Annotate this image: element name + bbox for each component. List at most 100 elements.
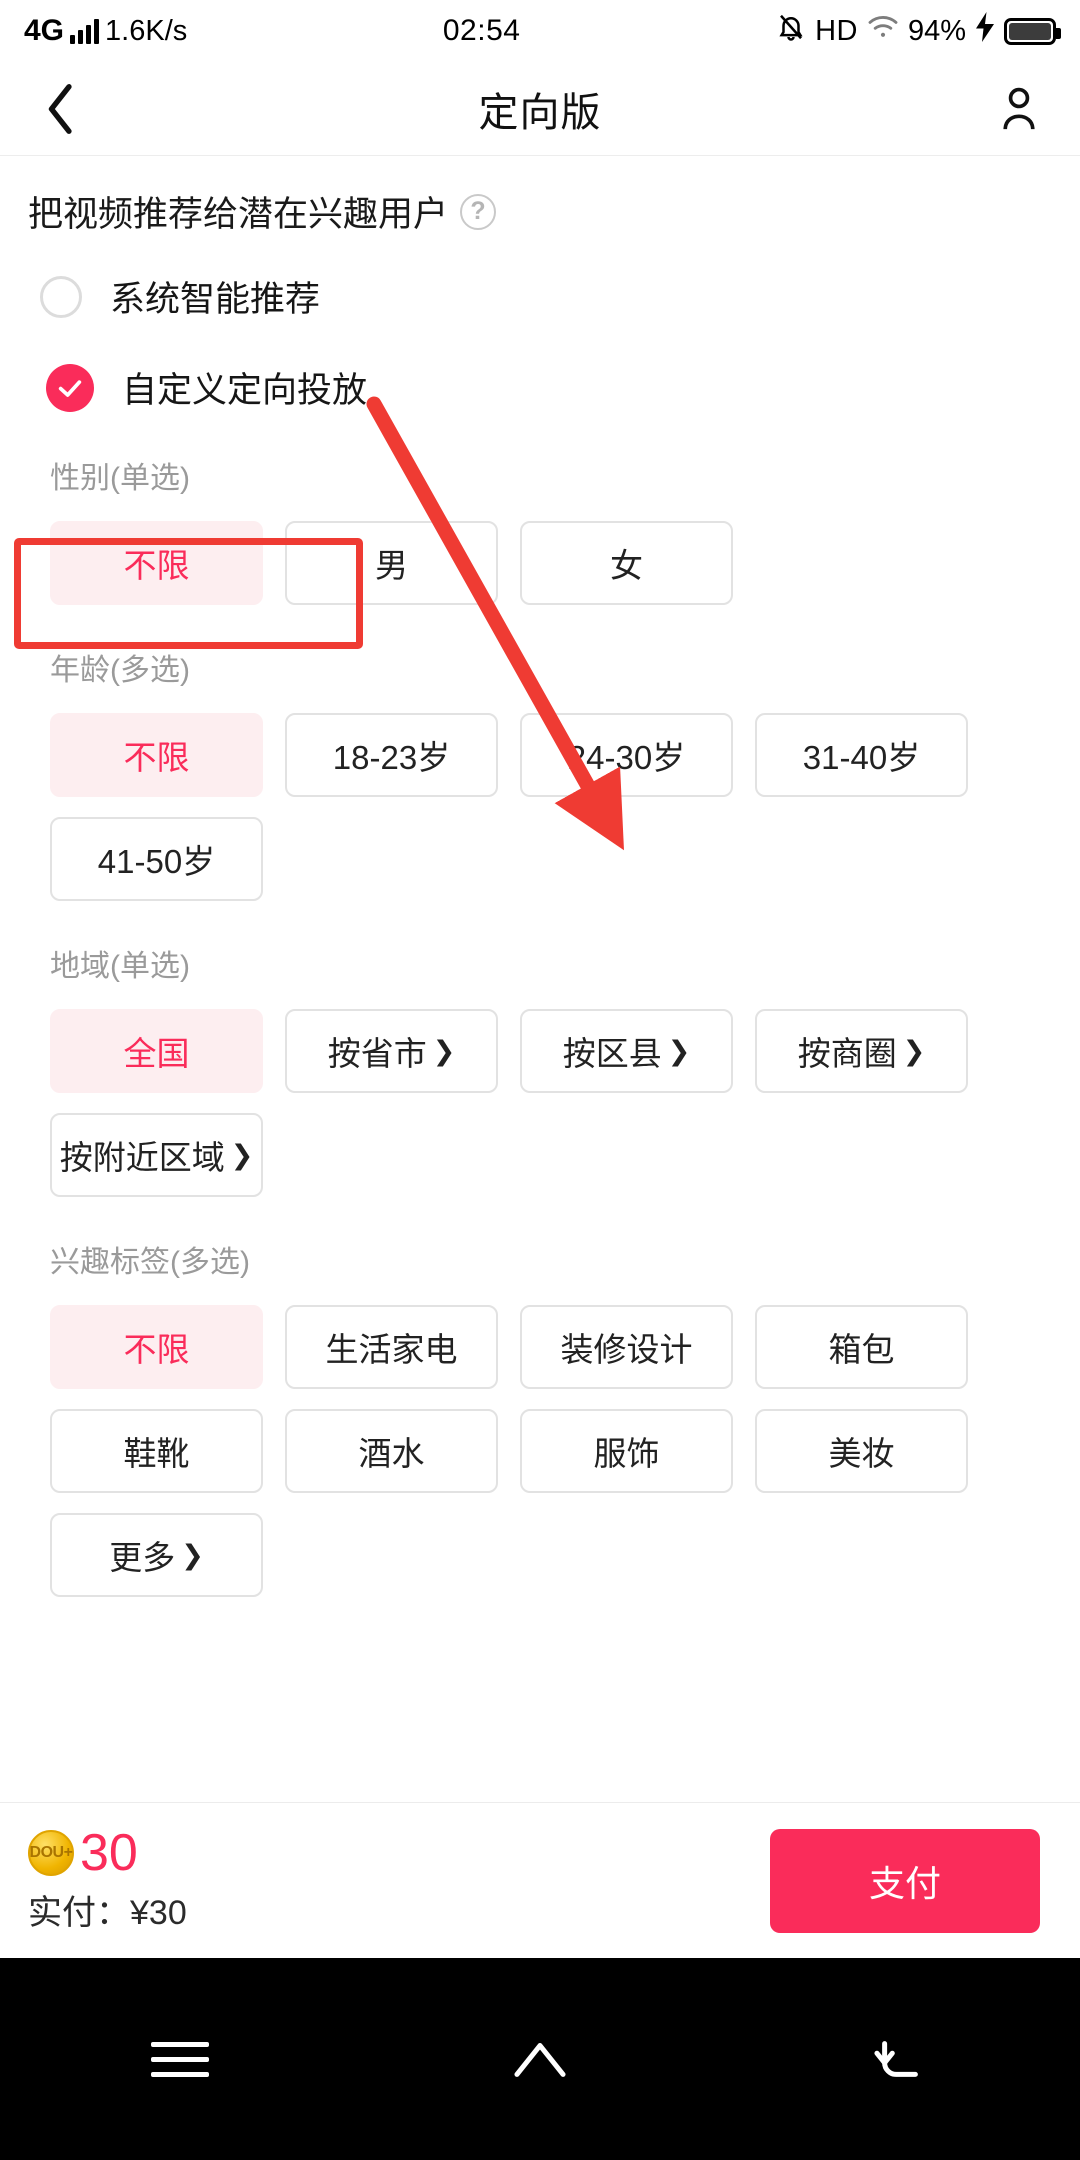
chevron-right-icon: ❯: [432, 1035, 456, 1066]
clock-label: 02:54: [442, 14, 521, 47]
mute-bell-icon: [776, 11, 806, 51]
network-speed-label: 1.6K/s: [105, 14, 188, 47]
back-arrow-icon[interactable]: [840, 2014, 960, 2104]
section-interest-tags: 兴趣标签(多选) 不限 生活家电 装修设计 箱包 鞋靴 酒水 服饰 美妆 更多 ❯: [0, 1197, 1080, 1597]
section-gender: 性别(单选) 不限 男 女: [0, 413, 1080, 605]
chip-interest-5[interactable]: 酒水: [285, 1409, 498, 1493]
chip-label: 不限: [123, 547, 190, 584]
chip-label: 不限: [123, 739, 190, 776]
hd-label: HD: [815, 14, 858, 47]
chip-label: 生活家电: [325, 1331, 458, 1368]
chip-group-age: 不限 18-23岁 24-30岁 31-40岁 41-50岁: [28, 689, 1052, 901]
back-chevron-icon[interactable]: [34, 82, 88, 136]
chip-group-gender: 不限 男 女: [28, 497, 1052, 605]
chip-age-4[interactable]: 41-50岁: [50, 817, 263, 901]
targeting-form: 把视频推荐给潜在兴趣用户 ? 系统智能推荐 自定义定向投放 性别(单选) 不限 …: [0, 156, 1080, 1892]
chip-region-2[interactable]: 按区县 ❯: [520, 1009, 733, 1093]
chip-interest-8[interactable]: 更多 ❯: [50, 1513, 263, 1597]
mode-option-label: 自定义定向投放: [122, 371, 368, 410]
app-nav-bar: 定向版: [0, 62, 1080, 156]
chip-interest-6[interactable]: 服饰: [520, 1409, 733, 1493]
wifi-icon: [867, 14, 899, 48]
chip-age-0[interactable]: 不限: [50, 713, 263, 797]
charging-bolt-icon: [975, 12, 995, 50]
section-region: 地域(单选) 全国 按省市 ❯ 按区县 ❯ 按商圈 ❯ 按附近区域 ❯: [0, 901, 1080, 1197]
signal-bars-icon: [70, 18, 100, 44]
chip-group-region: 全国 按省市 ❯ 按区县 ❯ 按商圈 ❯ 按附近区域 ❯: [28, 985, 1052, 1197]
dou-plus-coin-icon: DOU+: [28, 1830, 74, 1876]
chip-label: 男: [375, 547, 408, 584]
network-type-label: 4G: [24, 14, 65, 47]
chip-label: 女: [610, 547, 643, 584]
menu-icon[interactable]: [120, 2014, 240, 2104]
chip-interest-4[interactable]: 鞋靴: [50, 1409, 263, 1493]
section-title: 兴趣标签(多选): [50, 1246, 250, 1279]
chip-region-0[interactable]: 全国: [50, 1009, 263, 1093]
mode-option-system[interactable]: 系统智能推荐: [0, 237, 1080, 322]
chip-label: 装修设计: [560, 1331, 693, 1368]
chip-interest-2[interactable]: 装修设计: [520, 1305, 733, 1389]
chevron-right-icon: ❯: [230, 1139, 254, 1170]
chevron-right-icon: ❯: [667, 1035, 691, 1066]
mode-option-custom[interactable]: 自定义定向投放: [0, 322, 1080, 413]
chip-label: 不限: [123, 1331, 190, 1368]
status-right: HD 94%: [776, 11, 1061, 51]
chip-group-interest: 不限 生活家电 装修设计 箱包 鞋靴 酒水 服饰 美妆 更多 ❯: [28, 1281, 1052, 1597]
coin-amount-row: DOU+ 30: [28, 1827, 187, 1879]
chip-age-1[interactable]: 18-23岁: [285, 713, 498, 797]
payment-summary: DOU+ 30 实付：¥30: [28, 1827, 187, 1934]
page-title: 定向版: [478, 90, 602, 135]
chip-label: 全国: [123, 1035, 190, 1072]
coin-amount-label: 30: [80, 1824, 138, 1882]
chip-label: 鞋靴: [123, 1435, 190, 1472]
radio-checked-icon[interactable]: [46, 363, 94, 412]
chip-interest-3[interactable]: 箱包: [755, 1305, 968, 1389]
chip-label: 18-23岁: [332, 739, 451, 776]
chip-label: 箱包: [828, 1331, 895, 1368]
chip-age-3[interactable]: 31-40岁: [755, 713, 968, 797]
account-person-icon[interactable]: [992, 82, 1046, 136]
chip-gender-1[interactable]: 男: [285, 521, 498, 605]
chip-label: 按商圈: [797, 1035, 897, 1072]
chip-region-1[interactable]: 按省市 ❯: [285, 1009, 498, 1093]
chip-interest-7[interactable]: 美妆: [755, 1409, 968, 1493]
section-title: 地域(单选): [50, 950, 190, 983]
pay-button[interactable]: 支付: [770, 1828, 1040, 1933]
chip-label: 按省市: [327, 1035, 427, 1072]
section-title: 性别(单选): [50, 462, 190, 495]
chip-label: 41-50岁: [97, 843, 216, 880]
radio-unchecked-icon[interactable]: [40, 275, 82, 318]
chip-region-4[interactable]: 按附近区域 ❯: [50, 1113, 263, 1197]
payment-bar: DOU+ 30 实付：¥30 支付: [0, 1802, 1080, 1958]
chip-gender-2[interactable]: 女: [520, 521, 733, 605]
headline-text: 把视频推荐给潜在兴趣用户: [28, 195, 449, 234]
chip-region-3[interactable]: 按商圈 ❯: [755, 1009, 968, 1093]
help-question-icon[interactable]: ?: [460, 193, 497, 230]
status-left: 4G 1.6K/s: [24, 14, 187, 48]
chevron-right-icon: ❯: [902, 1035, 926, 1066]
home-icon[interactable]: [480, 2014, 600, 2104]
battery-percent-label: 94%: [907, 14, 966, 47]
actual-payment-label: 实付：¥30: [28, 1894, 187, 1932]
chip-interest-1[interactable]: 生活家电: [285, 1305, 498, 1389]
chip-label: 24-30岁: [567, 739, 686, 776]
section-title: 年龄(多选): [50, 654, 190, 687]
headline-row: 把视频推荐给潜在兴趣用户 ?: [0, 156, 1080, 237]
chip-label: 服饰: [593, 1435, 660, 1472]
chip-gender-0[interactable]: 不限: [50, 521, 263, 605]
chevron-right-icon: ❯: [181, 1539, 204, 1570]
chip-interest-0[interactable]: 不限: [50, 1305, 263, 1389]
chip-label: 按区县: [562, 1035, 662, 1072]
chip-label: 美妆: [828, 1435, 895, 1472]
phone-screen: 4G 1.6K/s 02:54 HD 94% 定向版 把视频推荐给潜在兴趣用户 …: [0, 0, 1080, 2160]
battery-icon: [1004, 17, 1061, 45]
status-bar: 4G 1.6K/s 02:54 HD 94%: [0, 0, 1080, 62]
chip-label: 按附近区域: [59, 1139, 225, 1176]
mode-option-label: 系统智能推荐: [110, 280, 321, 319]
chip-age-2[interactable]: 24-30岁: [520, 713, 733, 797]
android-nav-bar: [0, 1958, 1080, 2160]
chip-label: 酒水: [358, 1435, 425, 1472]
chip-label: 更多: [109, 1539, 176, 1576]
section-age: 年龄(多选) 不限 18-23岁 24-30岁 31-40岁 41-50岁: [0, 605, 1080, 901]
chip-label: 31-40岁: [802, 739, 921, 776]
